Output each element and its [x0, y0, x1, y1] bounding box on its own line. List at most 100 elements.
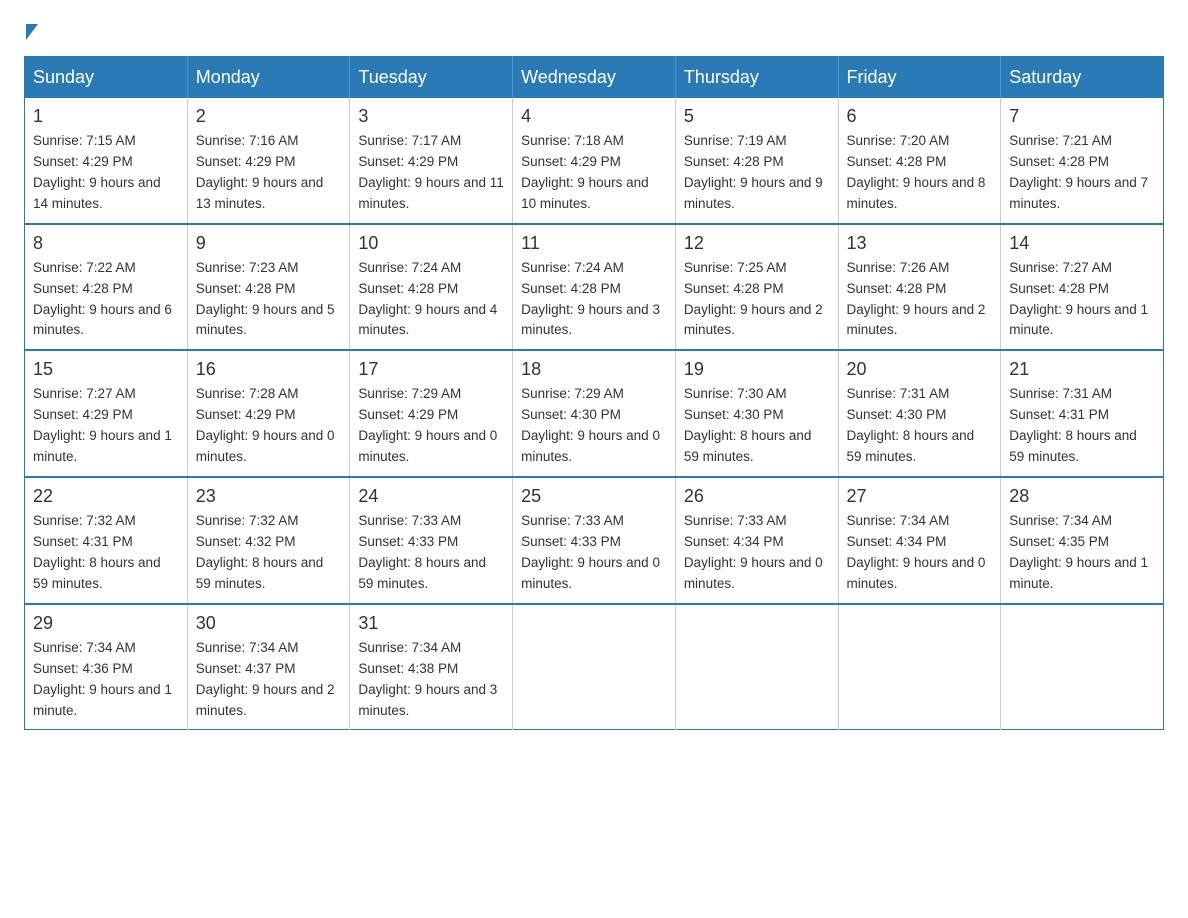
- calendar-cell: 25 Sunrise: 7:33 AMSunset: 4:33 PMDaylig…: [513, 477, 676, 604]
- day-number: 10: [358, 233, 504, 254]
- day-info: Sunrise: 7:29 AMSunset: 4:30 PMDaylight:…: [521, 386, 660, 464]
- weekday-header-tuesday: Tuesday: [350, 57, 513, 99]
- calendar-cell: 17 Sunrise: 7:29 AMSunset: 4:29 PMDaylig…: [350, 350, 513, 477]
- day-info: Sunrise: 7:15 AMSunset: 4:29 PMDaylight:…: [33, 133, 161, 211]
- calendar-cell: 15 Sunrise: 7:27 AMSunset: 4:29 PMDaylig…: [25, 350, 188, 477]
- calendar-cell: 31 Sunrise: 7:34 AMSunset: 4:38 PMDaylig…: [350, 604, 513, 730]
- day-info: Sunrise: 7:34 AMSunset: 4:37 PMDaylight:…: [196, 640, 335, 718]
- day-info: Sunrise: 7:30 AMSunset: 4:30 PMDaylight:…: [684, 386, 812, 464]
- day-number: 27: [847, 486, 993, 507]
- calendar-cell: 23 Sunrise: 7:32 AMSunset: 4:32 PMDaylig…: [187, 477, 350, 604]
- weekday-header-friday: Friday: [838, 57, 1001, 99]
- calendar-week-4: 22 Sunrise: 7:32 AMSunset: 4:31 PMDaylig…: [25, 477, 1164, 604]
- day-number: 14: [1009, 233, 1155, 254]
- day-number: 1: [33, 106, 179, 127]
- calendar-cell: 20 Sunrise: 7:31 AMSunset: 4:30 PMDaylig…: [838, 350, 1001, 477]
- calendar-week-3: 15 Sunrise: 7:27 AMSunset: 4:29 PMDaylig…: [25, 350, 1164, 477]
- day-number: 12: [684, 233, 830, 254]
- day-info: Sunrise: 7:32 AMSunset: 4:32 PMDaylight:…: [196, 513, 324, 591]
- calendar-cell: 4 Sunrise: 7:18 AMSunset: 4:29 PMDayligh…: [513, 98, 676, 224]
- day-info: Sunrise: 7:34 AMSunset: 4:34 PMDaylight:…: [847, 513, 986, 591]
- day-info: Sunrise: 7:22 AMSunset: 4:28 PMDaylight:…: [33, 260, 172, 338]
- calendar-cell: 3 Sunrise: 7:17 AMSunset: 4:29 PMDayligh…: [350, 98, 513, 224]
- calendar-cell: [513, 604, 676, 730]
- day-number: 31: [358, 613, 504, 634]
- day-info: Sunrise: 7:33 AMSunset: 4:33 PMDaylight:…: [358, 513, 486, 591]
- day-info: Sunrise: 7:25 AMSunset: 4:28 PMDaylight:…: [684, 260, 823, 338]
- day-number: 9: [196, 233, 342, 254]
- day-info: Sunrise: 7:27 AMSunset: 4:28 PMDaylight:…: [1009, 260, 1148, 338]
- calendar-cell: 27 Sunrise: 7:34 AMSunset: 4:34 PMDaylig…: [838, 477, 1001, 604]
- day-info: Sunrise: 7:23 AMSunset: 4:28 PMDaylight:…: [196, 260, 335, 338]
- weekday-header-saturday: Saturday: [1001, 57, 1164, 99]
- day-info: Sunrise: 7:24 AMSunset: 4:28 PMDaylight:…: [521, 260, 660, 338]
- day-number: 8: [33, 233, 179, 254]
- calendar-cell: 12 Sunrise: 7:25 AMSunset: 4:28 PMDaylig…: [675, 224, 838, 351]
- day-number: 30: [196, 613, 342, 634]
- calendar-cell: 11 Sunrise: 7:24 AMSunset: 4:28 PMDaylig…: [513, 224, 676, 351]
- day-number: 29: [33, 613, 179, 634]
- day-info: Sunrise: 7:20 AMSunset: 4:28 PMDaylight:…: [847, 133, 986, 211]
- calendar-cell: 22 Sunrise: 7:32 AMSunset: 4:31 PMDaylig…: [25, 477, 188, 604]
- calendar-cell: 13 Sunrise: 7:26 AMSunset: 4:28 PMDaylig…: [838, 224, 1001, 351]
- weekday-header-thursday: Thursday: [675, 57, 838, 99]
- day-number: 13: [847, 233, 993, 254]
- calendar-cell: [1001, 604, 1164, 730]
- day-info: Sunrise: 7:33 AMSunset: 4:34 PMDaylight:…: [684, 513, 823, 591]
- day-info: Sunrise: 7:34 AMSunset: 4:35 PMDaylight:…: [1009, 513, 1148, 591]
- day-info: Sunrise: 7:19 AMSunset: 4:28 PMDaylight:…: [684, 133, 823, 211]
- calendar-cell: 2 Sunrise: 7:16 AMSunset: 4:29 PMDayligh…: [187, 98, 350, 224]
- day-number: 24: [358, 486, 504, 507]
- day-number: 4: [521, 106, 667, 127]
- day-number: 23: [196, 486, 342, 507]
- calendar-cell: 30 Sunrise: 7:34 AMSunset: 4:37 PMDaylig…: [187, 604, 350, 730]
- day-info: Sunrise: 7:18 AMSunset: 4:29 PMDaylight:…: [521, 133, 649, 211]
- day-number: 28: [1009, 486, 1155, 507]
- day-number: 5: [684, 106, 830, 127]
- day-number: 16: [196, 359, 342, 380]
- calendar-week-2: 8 Sunrise: 7:22 AMSunset: 4:28 PMDayligh…: [25, 224, 1164, 351]
- day-number: 18: [521, 359, 667, 380]
- calendar-table: SundayMondayTuesdayWednesdayThursdayFrid…: [24, 56, 1164, 730]
- day-number: 19: [684, 359, 830, 380]
- calendar-cell: 26 Sunrise: 7:33 AMSunset: 4:34 PMDaylig…: [675, 477, 838, 604]
- day-number: 6: [847, 106, 993, 127]
- calendar-cell: 9 Sunrise: 7:23 AMSunset: 4:28 PMDayligh…: [187, 224, 350, 351]
- calendar-cell: 16 Sunrise: 7:28 AMSunset: 4:29 PMDaylig…: [187, 350, 350, 477]
- calendar-cell: 14 Sunrise: 7:27 AMSunset: 4:28 PMDaylig…: [1001, 224, 1164, 351]
- calendar-week-5: 29 Sunrise: 7:34 AMSunset: 4:36 PMDaylig…: [25, 604, 1164, 730]
- day-number: 15: [33, 359, 179, 380]
- weekday-header-sunday: Sunday: [25, 57, 188, 99]
- day-info: Sunrise: 7:21 AMSunset: 4:28 PMDaylight:…: [1009, 133, 1148, 211]
- day-number: 26: [684, 486, 830, 507]
- day-info: Sunrise: 7:34 AMSunset: 4:38 PMDaylight:…: [358, 640, 497, 718]
- calendar-cell: [675, 604, 838, 730]
- logo: [24, 24, 38, 40]
- day-info: Sunrise: 7:16 AMSunset: 4:29 PMDaylight:…: [196, 133, 324, 211]
- day-info: Sunrise: 7:29 AMSunset: 4:29 PMDaylight:…: [358, 386, 497, 464]
- calendar-cell: 10 Sunrise: 7:24 AMSunset: 4:28 PMDaylig…: [350, 224, 513, 351]
- day-number: 17: [358, 359, 504, 380]
- calendar-cell: 29 Sunrise: 7:34 AMSunset: 4:36 PMDaylig…: [25, 604, 188, 730]
- weekday-header-row: SundayMondayTuesdayWednesdayThursdayFrid…: [25, 57, 1164, 99]
- calendar-cell: 7 Sunrise: 7:21 AMSunset: 4:28 PMDayligh…: [1001, 98, 1164, 224]
- day-info: Sunrise: 7:33 AMSunset: 4:33 PMDaylight:…: [521, 513, 660, 591]
- day-info: Sunrise: 7:34 AMSunset: 4:36 PMDaylight:…: [33, 640, 172, 718]
- day-number: 21: [1009, 359, 1155, 380]
- day-info: Sunrise: 7:26 AMSunset: 4:28 PMDaylight:…: [847, 260, 986, 338]
- page-header: [24, 24, 1164, 40]
- day-info: Sunrise: 7:31 AMSunset: 4:31 PMDaylight:…: [1009, 386, 1137, 464]
- day-number: 3: [358, 106, 504, 127]
- day-number: 7: [1009, 106, 1155, 127]
- day-info: Sunrise: 7:28 AMSunset: 4:29 PMDaylight:…: [196, 386, 335, 464]
- calendar-cell: 8 Sunrise: 7:22 AMSunset: 4:28 PMDayligh…: [25, 224, 188, 351]
- calendar-cell: 1 Sunrise: 7:15 AMSunset: 4:29 PMDayligh…: [25, 98, 188, 224]
- calendar-cell: [838, 604, 1001, 730]
- calendar-cell: 28 Sunrise: 7:34 AMSunset: 4:35 PMDaylig…: [1001, 477, 1164, 604]
- day-info: Sunrise: 7:27 AMSunset: 4:29 PMDaylight:…: [33, 386, 172, 464]
- day-info: Sunrise: 7:32 AMSunset: 4:31 PMDaylight:…: [33, 513, 161, 591]
- day-info: Sunrise: 7:24 AMSunset: 4:28 PMDaylight:…: [358, 260, 497, 338]
- calendar-cell: 19 Sunrise: 7:30 AMSunset: 4:30 PMDaylig…: [675, 350, 838, 477]
- calendar-cell: 24 Sunrise: 7:33 AMSunset: 4:33 PMDaylig…: [350, 477, 513, 604]
- calendar-week-1: 1 Sunrise: 7:15 AMSunset: 4:29 PMDayligh…: [25, 98, 1164, 224]
